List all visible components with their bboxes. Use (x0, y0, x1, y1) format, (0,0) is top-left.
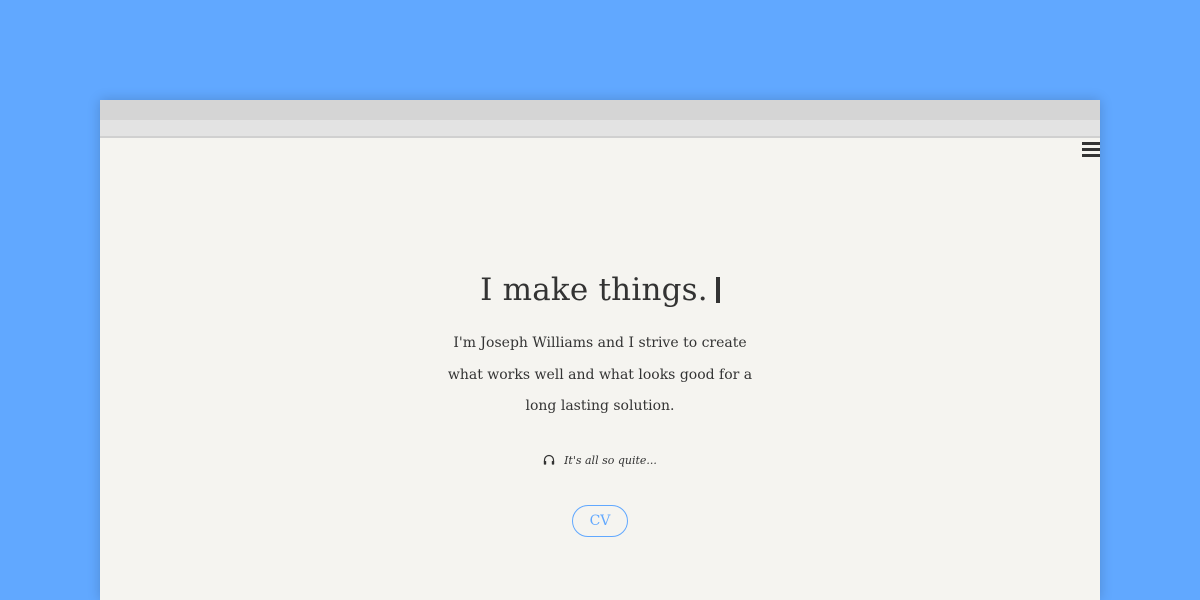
hamburger-menu-icon[interactable] (1082, 142, 1100, 158)
now-playing: It's all so quite... (100, 452, 1100, 470)
menu-bar-bottom (1082, 154, 1100, 157)
browser-titlebar (100, 100, 1100, 120)
headline: I make things. (100, 270, 1100, 310)
headline-text: I make things. (480, 272, 708, 308)
typing-cursor (715, 277, 720, 303)
intro-text: I'm Joseph Williams and I strive to crea… (447, 335, 753, 414)
headphones-icon (543, 454, 555, 465)
browser-divider (100, 136, 1100, 138)
cv-button[interactable]: CV (572, 504, 628, 537)
browser-window: I make things. I'm Joseph Williams and I… (100, 100, 1100, 600)
now-playing-text: It's all so quite... (564, 453, 657, 467)
menu-bar-middle (1082, 148, 1100, 151)
hero-section: I make things. I'm Joseph Williams and I… (100, 270, 1100, 537)
menu-bar-top (1082, 142, 1100, 145)
browser-tabbar (100, 120, 1100, 136)
